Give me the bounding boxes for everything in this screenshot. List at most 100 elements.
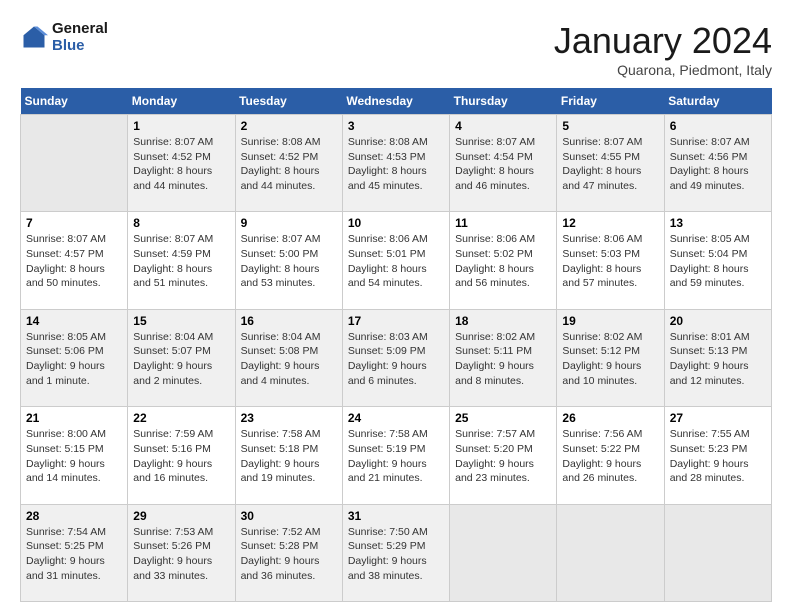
- day-info: Sunrise: 7:52 AM Sunset: 5:28 PM Dayligh…: [241, 525, 337, 584]
- subtitle: Quarona, Piedmont, Italy: [554, 62, 772, 78]
- day-info: Sunrise: 7:55 AM Sunset: 5:23 PM Dayligh…: [670, 427, 766, 486]
- day-info: Sunrise: 8:07 AM Sunset: 4:56 PM Dayligh…: [670, 135, 766, 194]
- table-row: 12 Sunrise: 8:06 AM Sunset: 5:03 PM Dayli…: [557, 212, 664, 309]
- table-row: 1Sunrise: 8:07 AM Sunset: 4:52 PM Daylig…: [128, 115, 235, 212]
- calendar-week-row: 28 Sunrise: 7:54 AM Sunset: 5:25 PM Dayli…: [21, 504, 772, 601]
- table-row: 25 Sunrise: 7:57 AM Sunset: 5:20 PM Dayli…: [450, 407, 557, 504]
- logo-text: General Blue: [52, 20, 108, 54]
- table-row: 17Sunrise: 8:03 AM Sunset: 5:09 PM Dayli…: [342, 309, 449, 406]
- table-row: [557, 504, 664, 601]
- day-info: Sunrise: 8:08 AM Sunset: 4:52 PM Dayligh…: [241, 135, 337, 194]
- day-number: 14: [26, 314, 122, 328]
- day-info: Sunrise: 8:07 AM Sunset: 4:59 PM Dayligh…: [133, 232, 229, 291]
- logo-icon: [20, 23, 48, 51]
- table-row: 19 Sunrise: 8:02 AM Sunset: 5:12 PM Dayli…: [557, 309, 664, 406]
- day-number: 5: [562, 119, 658, 133]
- calendar-week-row: 21 Sunrise: 8:00 AM Sunset: 5:15 PM Dayli…: [21, 407, 772, 504]
- day-number: 12: [562, 216, 658, 230]
- day-number: 26: [562, 411, 658, 425]
- day-number: 19: [562, 314, 658, 328]
- table-row: 26 Sunrise: 7:56 AM Sunset: 5:22 PM Dayli…: [557, 407, 664, 504]
- calendar-table: Sunday Monday Tuesday Wednesday Thursday…: [20, 88, 772, 602]
- day-info: Sunrise: 8:04 AM Sunset: 5:07 PM Dayligh…: [133, 330, 229, 389]
- table-row: 5 Sunrise: 8:07 AM Sunset: 4:55 PM Daylig…: [557, 115, 664, 212]
- day-info: Sunrise: 8:06 AM Sunset: 5:01 PM Dayligh…: [348, 232, 444, 291]
- day-info: Sunrise: 7:59 AM Sunset: 5:16 PM Dayligh…: [133, 427, 229, 486]
- day-info: Sunrise: 8:07 AM Sunset: 4:57 PM Dayligh…: [26, 232, 122, 291]
- day-number: 2: [241, 119, 337, 133]
- day-info: Sunrise: 7:53 AM Sunset: 5:26 PM Dayligh…: [133, 525, 229, 584]
- page: General Blue January 2024 Quarona, Piedm…: [0, 0, 792, 612]
- header-row: Sunday Monday Tuesday Wednesday Thursday…: [21, 88, 772, 115]
- day-number: 23: [241, 411, 337, 425]
- day-info: Sunrise: 8:07 AM Sunset: 4:52 PM Dayligh…: [133, 135, 229, 194]
- col-tuesday: Tuesday: [235, 88, 342, 115]
- day-info: Sunrise: 7:50 AM Sunset: 5:29 PM Dayligh…: [348, 525, 444, 584]
- title-block: January 2024 Quarona, Piedmont, Italy: [554, 20, 772, 78]
- day-number: 18: [455, 314, 551, 328]
- day-number: 29: [133, 509, 229, 523]
- table-row: 31Sunrise: 7:50 AM Sunset: 5:29 PM Dayli…: [342, 504, 449, 601]
- table-row: 10 Sunrise: 8:06 AM Sunset: 5:01 PM Dayli…: [342, 212, 449, 309]
- day-info: Sunrise: 8:02 AM Sunset: 5:11 PM Dayligh…: [455, 330, 551, 389]
- month-title: January 2024: [554, 20, 772, 62]
- table-row: 30Sunrise: 7:52 AM Sunset: 5:28 PM Dayli…: [235, 504, 342, 601]
- table-row: 24 Sunrise: 7:58 AM Sunset: 5:19 PM Dayli…: [342, 407, 449, 504]
- table-row: 6Sunrise: 8:07 AM Sunset: 4:56 PM Daylig…: [664, 115, 771, 212]
- day-info: Sunrise: 7:56 AM Sunset: 5:22 PM Dayligh…: [562, 427, 658, 486]
- day-info: Sunrise: 8:05 AM Sunset: 5:06 PM Dayligh…: [26, 330, 122, 389]
- day-number: 9: [241, 216, 337, 230]
- day-number: 11: [455, 216, 551, 230]
- table-row: 20 Sunrise: 8:01 AM Sunset: 5:13 PM Dayli…: [664, 309, 771, 406]
- col-sunday: Sunday: [21, 88, 128, 115]
- day-number: 17: [348, 314, 444, 328]
- table-row: 2 Sunrise: 8:08 AM Sunset: 4:52 PM Daylig…: [235, 115, 342, 212]
- day-number: 22: [133, 411, 229, 425]
- day-info: Sunrise: 7:58 AM Sunset: 5:19 PM Dayligh…: [348, 427, 444, 486]
- calendar-week-row: 1Sunrise: 8:07 AM Sunset: 4:52 PM Daylig…: [21, 115, 772, 212]
- day-number: 24: [348, 411, 444, 425]
- day-info: Sunrise: 7:57 AM Sunset: 5:20 PM Dayligh…: [455, 427, 551, 486]
- calendar-week-row: 14 Sunrise: 8:05 AM Sunset: 5:06 PM Dayli…: [21, 309, 772, 406]
- day-number: 13: [670, 216, 766, 230]
- day-info: Sunrise: 8:06 AM Sunset: 5:02 PM Dayligh…: [455, 232, 551, 291]
- table-row: 21 Sunrise: 8:00 AM Sunset: 5:15 PM Dayli…: [21, 407, 128, 504]
- day-number: 28: [26, 509, 122, 523]
- day-info: Sunrise: 8:01 AM Sunset: 5:13 PM Dayligh…: [670, 330, 766, 389]
- day-info: Sunrise: 8:06 AM Sunset: 5:03 PM Dayligh…: [562, 232, 658, 291]
- table-row: 16Sunrise: 8:04 AM Sunset: 5:08 PM Dayli…: [235, 309, 342, 406]
- day-number: 21: [26, 411, 122, 425]
- day-number: 3: [348, 119, 444, 133]
- table-row: 27Sunrise: 7:55 AM Sunset: 5:23 PM Dayli…: [664, 407, 771, 504]
- table-row: 28 Sunrise: 7:54 AM Sunset: 5:25 PM Dayli…: [21, 504, 128, 601]
- day-number: 15: [133, 314, 229, 328]
- day-number: 20: [670, 314, 766, 328]
- col-saturday: Saturday: [664, 88, 771, 115]
- day-number: 10: [348, 216, 444, 230]
- col-thursday: Thursday: [450, 88, 557, 115]
- col-monday: Monday: [128, 88, 235, 115]
- table-row: 29 Sunrise: 7:53 AM Sunset: 5:26 PM Dayli…: [128, 504, 235, 601]
- col-wednesday: Wednesday: [342, 88, 449, 115]
- table-row: 9 Sunrise: 8:07 AM Sunset: 5:00 PM Daylig…: [235, 212, 342, 309]
- table-row: 23 Sunrise: 7:58 AM Sunset: 5:18 PM Dayli…: [235, 407, 342, 504]
- day-number: 25: [455, 411, 551, 425]
- day-info: Sunrise: 8:05 AM Sunset: 5:04 PM Dayligh…: [670, 232, 766, 291]
- table-row: [664, 504, 771, 601]
- day-info: Sunrise: 8:07 AM Sunset: 5:00 PM Dayligh…: [241, 232, 337, 291]
- table-row: 15 Sunrise: 8:04 AM Sunset: 5:07 PM Dayli…: [128, 309, 235, 406]
- day-info: Sunrise: 8:00 AM Sunset: 5:15 PM Dayligh…: [26, 427, 122, 486]
- table-row: [21, 115, 128, 212]
- day-info: Sunrise: 7:54 AM Sunset: 5:25 PM Dayligh…: [26, 525, 122, 584]
- table-row: 11 Sunrise: 8:06 AM Sunset: 5:02 PM Dayli…: [450, 212, 557, 309]
- day-number: 4: [455, 119, 551, 133]
- day-info: Sunrise: 8:07 AM Sunset: 4:55 PM Dayligh…: [562, 135, 658, 194]
- day-number: 8: [133, 216, 229, 230]
- day-info: Sunrise: 7:58 AM Sunset: 5:18 PM Dayligh…: [241, 427, 337, 486]
- logo: General Blue: [20, 20, 108, 54]
- day-number: 16: [241, 314, 337, 328]
- header: General Blue January 2024 Quarona, Piedm…: [20, 20, 772, 78]
- table-row: 4Sunrise: 8:07 AM Sunset: 4:54 PM Daylig…: [450, 115, 557, 212]
- day-info: Sunrise: 8:02 AM Sunset: 5:12 PM Dayligh…: [562, 330, 658, 389]
- calendar-week-row: 7Sunrise: 8:07 AM Sunset: 4:57 PM Daylig…: [21, 212, 772, 309]
